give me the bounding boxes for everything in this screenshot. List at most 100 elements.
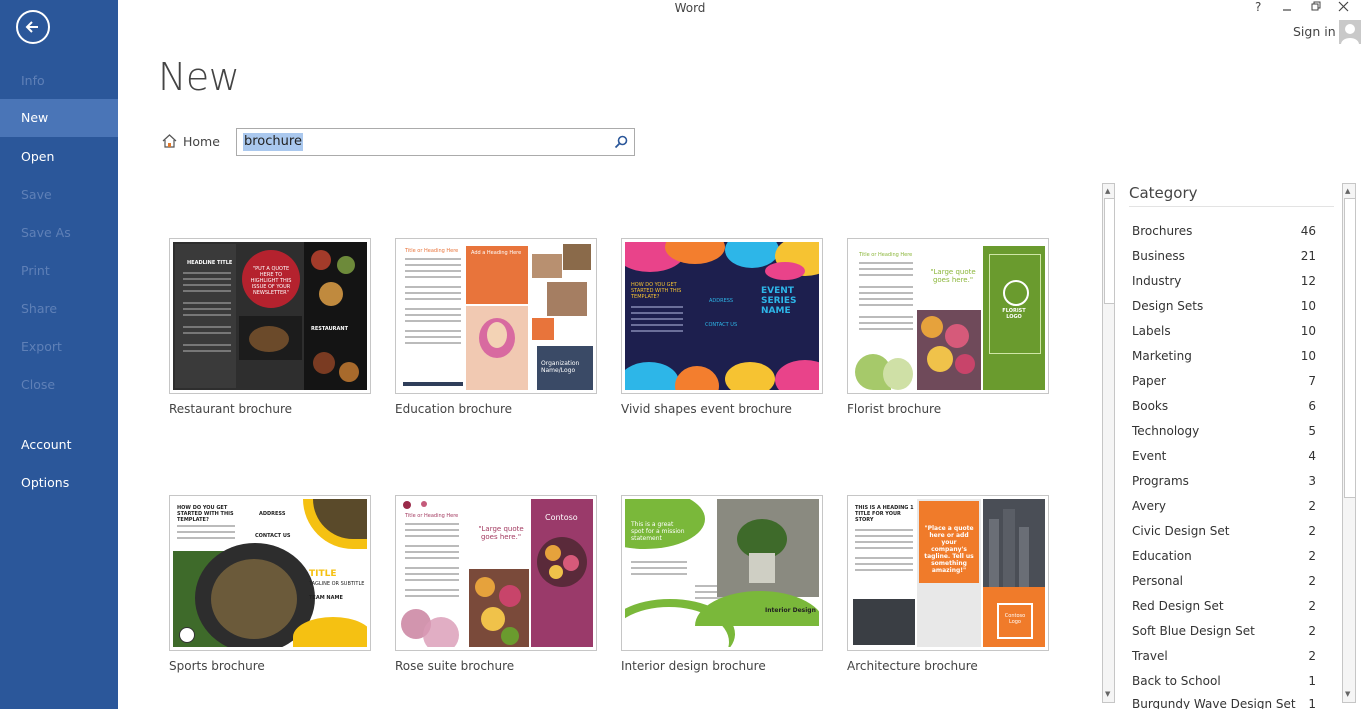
scroll-down-icon[interactable]: ▼ bbox=[1345, 690, 1350, 698]
template-thumbnail[interactable]: Title or Heading Here Add a Heading Here bbox=[395, 238, 597, 394]
thumb-quote: "Large quote goes here." bbox=[478, 525, 524, 541]
avatar[interactable] bbox=[1339, 20, 1361, 44]
template-label: Restaurant brochure bbox=[169, 402, 292, 416]
scroll-down-icon[interactable]: ▼ bbox=[1105, 690, 1110, 698]
template-thumbnail[interactable]: HOW DO YOU GET STARTED WITH THIS TEMPLAT… bbox=[621, 238, 823, 394]
category-item[interactable]: Soft Blue Design Set 2 bbox=[1132, 624, 1316, 649]
category-item[interactable]: Labels 10 bbox=[1132, 324, 1316, 349]
category-count: 4 bbox=[1308, 449, 1316, 463]
template-label: Education brochure bbox=[395, 402, 513, 416]
category-item[interactable]: Design Sets 10 bbox=[1132, 299, 1316, 324]
category-item[interactable]: Travel 2 bbox=[1132, 649, 1316, 674]
thumb-contact: CONTACT US bbox=[705, 322, 738, 328]
nav-open[interactable]: Open bbox=[0, 138, 118, 176]
category-count: 1 bbox=[1308, 674, 1316, 688]
thumb-heading-2: Add a Heading Here bbox=[471, 250, 522, 256]
category-item[interactable]: Marketing 10 bbox=[1132, 349, 1316, 374]
nav-export[interactable]: Export bbox=[0, 328, 118, 366]
nav-info[interactable]: Info bbox=[0, 62, 118, 100]
category-item[interactable]: Brochures 46 bbox=[1132, 224, 1316, 249]
category-item[interactable]: Civic Design Set 2 bbox=[1132, 524, 1316, 549]
category-item[interactable]: Back to School 1 bbox=[1132, 674, 1316, 699]
close-window-button[interactable] bbox=[1338, 1, 1349, 15]
thumb-logo: FLORIST LOGO bbox=[1002, 308, 1026, 320]
category-item[interactable]: Event 4 bbox=[1132, 449, 1316, 474]
template-thumbnail[interactable]: THIS IS A HEADING 1 TITLE FOR YOUR STORY… bbox=[847, 495, 1049, 651]
scroll-up-icon[interactable]: ▲ bbox=[1105, 187, 1110, 195]
home-link[interactable]: Home bbox=[162, 134, 220, 149]
category-item[interactable]: Burgundy Wave Design Set 1 bbox=[1132, 697, 1316, 709]
category-scrollbar[interactable]: ▲ ▼ bbox=[1102, 183, 1115, 703]
category-name: Civic Design Set bbox=[1132, 524, 1230, 538]
back-button[interactable] bbox=[16, 10, 50, 44]
nav-account[interactable]: Account bbox=[0, 426, 118, 464]
thumb-tagline: TAGLINE OR SUBTITLE bbox=[309, 581, 365, 587]
thumb-heading: THIS IS A HEADING 1 TITLE FOR YOUR STORY bbox=[855, 505, 914, 523]
category-count: 1 bbox=[1308, 697, 1316, 709]
category-item[interactable]: Books 6 bbox=[1132, 399, 1316, 424]
close-icon bbox=[1338, 1, 1349, 12]
thumb-logo: Contoso Logo bbox=[1004, 613, 1026, 625]
nav-save-as[interactable]: Save As bbox=[0, 214, 118, 252]
category-name: Personal bbox=[1132, 574, 1184, 588]
nav-save[interactable]: Save bbox=[0, 176, 118, 214]
thumb-question: HOW DO YOU GET STARTED WITH THIS TEMPLAT… bbox=[177, 505, 234, 523]
category-name: Books bbox=[1132, 399, 1169, 413]
category-scrollbar-thumb[interactable] bbox=[1104, 198, 1115, 304]
arrow-left-icon bbox=[25, 21, 38, 33]
category-item[interactable]: Personal 2 bbox=[1132, 574, 1316, 599]
category-item[interactable]: Paper 7 bbox=[1132, 374, 1316, 399]
category-count: 2 bbox=[1308, 599, 1316, 613]
help-button[interactable]: ? bbox=[1255, 0, 1261, 14]
category-count: 2 bbox=[1308, 499, 1316, 513]
minimize-button[interactable] bbox=[1282, 1, 1292, 15]
nav-share[interactable]: Share bbox=[0, 290, 118, 328]
category-name: Design Sets bbox=[1132, 299, 1204, 313]
template-label: Rose suite brochure bbox=[395, 659, 515, 673]
category-item[interactable]: Technology 5 bbox=[1132, 424, 1316, 449]
category-name: Soft Blue Design Set bbox=[1132, 624, 1255, 638]
template-thumbnail[interactable]: HEADLINE TITLE "PUT A QUOTE HERE TO HIGH… bbox=[169, 238, 371, 394]
scroll-up-icon[interactable]: ▲ bbox=[1345, 187, 1350, 195]
thumb-address: ADDRESS bbox=[259, 511, 286, 517]
page-scrollbar-thumb[interactable] bbox=[1344, 198, 1356, 498]
search-box[interactable]: brochure bbox=[236, 128, 635, 156]
template-thumbnail[interactable]: HOW DO YOU GET STARTED WITH THIS TEMPLAT… bbox=[169, 495, 371, 651]
page-scrollbar[interactable]: ▲ ▼ bbox=[1342, 183, 1356, 703]
category-title: Category bbox=[1129, 184, 1198, 202]
category-name: Brochures bbox=[1132, 224, 1193, 238]
page-title: New bbox=[158, 55, 240, 99]
category-name: Burgundy Wave Design Set bbox=[1132, 697, 1296, 709]
category-item[interactable]: Red Design Set 2 bbox=[1132, 599, 1316, 624]
search-icon[interactable] bbox=[614, 135, 628, 149]
category-name: Avery bbox=[1132, 499, 1167, 513]
nav-close[interactable]: Close bbox=[0, 366, 118, 404]
thumb-quote: "Large quote goes here." bbox=[930, 268, 976, 284]
category-name: Labels bbox=[1132, 324, 1171, 338]
template-thumbnail[interactable]: Title or Heading Here "Large quote goes … bbox=[847, 238, 1049, 394]
template-thumbnail[interactable]: This is a great spot for a mission state… bbox=[621, 495, 823, 651]
template-label: Architecture brochure bbox=[847, 659, 978, 673]
category-count: 2 bbox=[1308, 524, 1316, 538]
nav-new[interactable]: New bbox=[0, 99, 118, 137]
category-name: Education bbox=[1132, 549, 1192, 563]
thumb-heading: Title or Heading Here bbox=[859, 252, 913, 258]
nav-print[interactable]: Print bbox=[0, 252, 118, 290]
category-name: Red Design Set bbox=[1132, 599, 1224, 613]
search-input[interactable]: brochure bbox=[243, 133, 303, 151]
nav-options[interactable]: Options bbox=[0, 464, 118, 502]
category-item[interactable]: Industry 12 bbox=[1132, 274, 1316, 299]
thumb-headline: HEADLINE TITLE bbox=[187, 260, 233, 266]
sign-in-link[interactable]: Sign in bbox=[1293, 24, 1336, 39]
category-count: 2 bbox=[1308, 649, 1316, 663]
category-item[interactable]: Business 21 bbox=[1132, 249, 1316, 274]
category-count: 10 bbox=[1300, 324, 1316, 338]
category-count: 3 bbox=[1308, 474, 1316, 488]
restore-button[interactable] bbox=[1311, 1, 1322, 15]
category-count: 21 bbox=[1300, 249, 1316, 263]
category-item[interactable]: Education 2 bbox=[1132, 549, 1316, 574]
category-count: 2 bbox=[1308, 574, 1316, 588]
template-thumbnail[interactable]: Title or Heading Here "Large quote goes … bbox=[395, 495, 597, 651]
category-item[interactable]: Programs 3 bbox=[1132, 474, 1316, 499]
category-item[interactable]: Avery 2 bbox=[1132, 499, 1316, 524]
